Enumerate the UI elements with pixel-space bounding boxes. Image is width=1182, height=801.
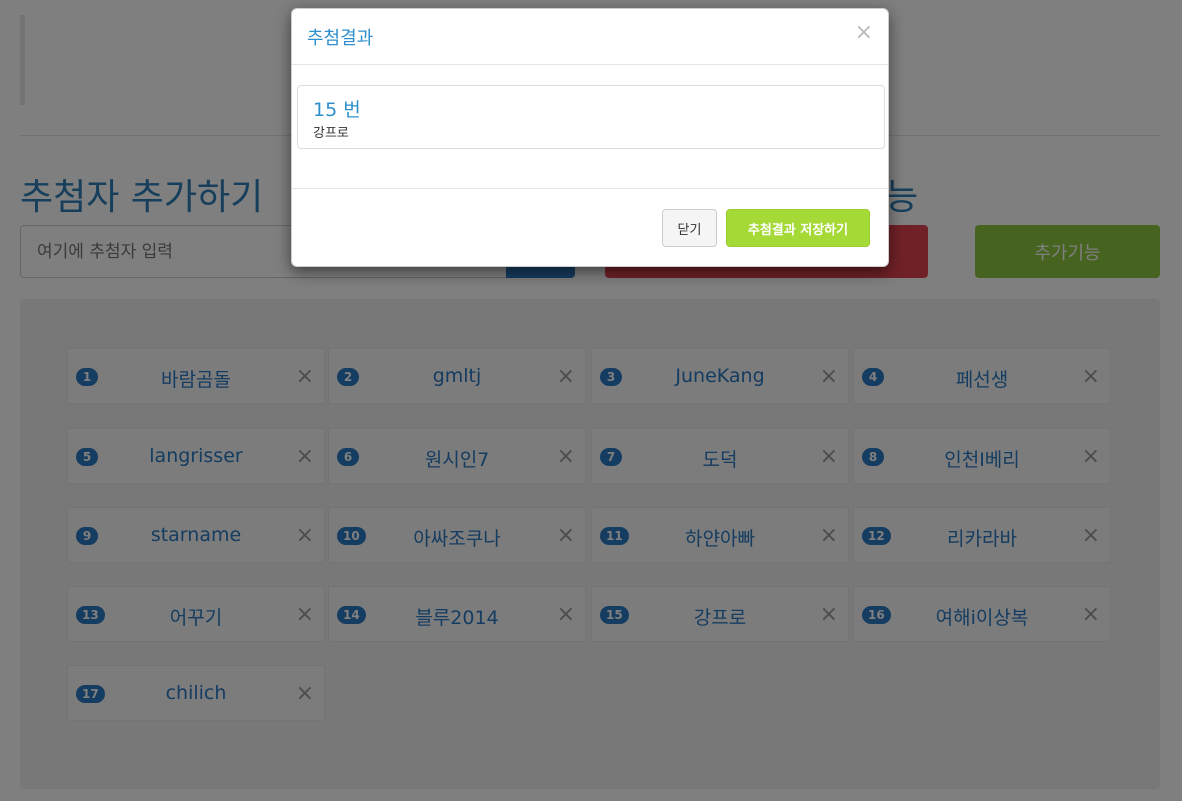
close-button[interactable]: 닫기 [662,209,717,247]
result-modal: 추첨결과 × 15 번 강프로 닫기 추첨결과 저장하기 [291,8,889,267]
close-icon[interactable]: × [855,21,873,45]
modal-body: 15 번 강프로 [292,65,888,189]
modal-footer: 닫기 추첨결과 저장하기 [292,189,888,267]
result-number: 15 번 [313,99,361,121]
result-card: 15 번 강프로 [297,85,885,149]
modal-title: 추첨결과 [307,28,374,49]
modal-header: 추첨결과 × [292,9,888,65]
result-name: 강프로 [313,126,349,141]
save-result-button[interactable]: 추첨결과 저장하기 [726,209,870,247]
